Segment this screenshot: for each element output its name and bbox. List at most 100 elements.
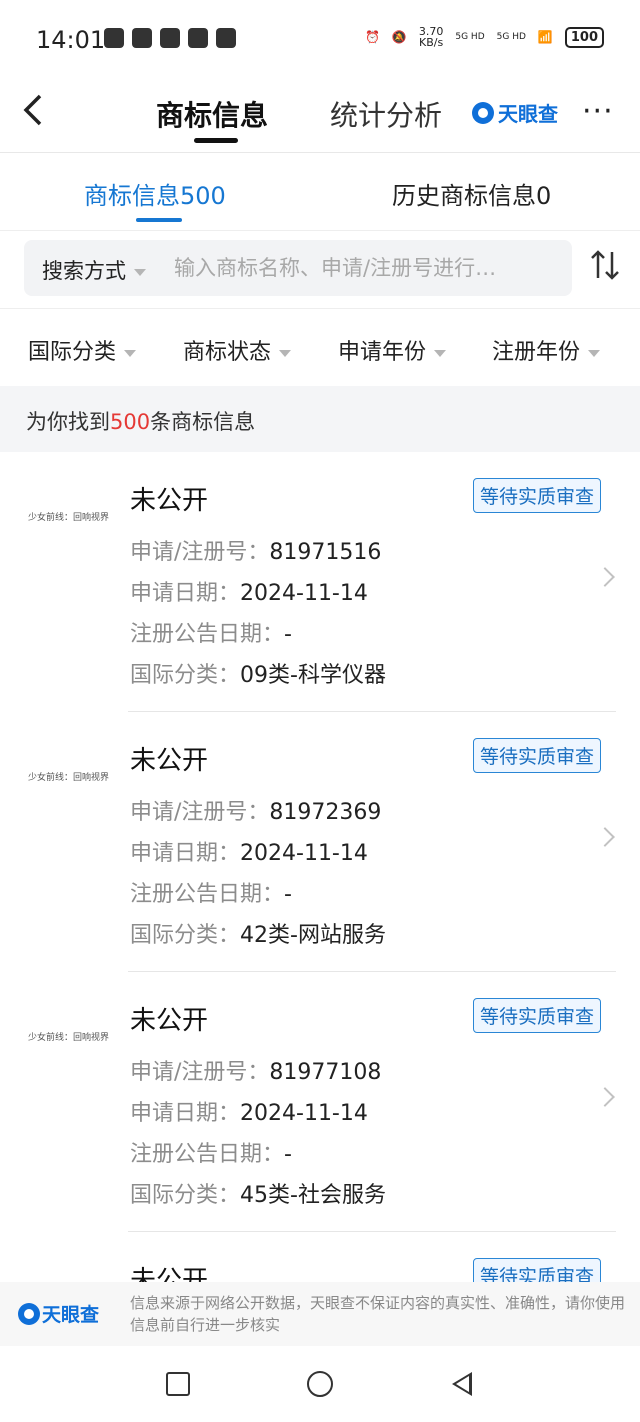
sort-icon [591,250,619,280]
reg-no-value: 81972369 [269,800,382,825]
filter-apply-year[interactable]: 申请年份 [338,334,447,366]
trademark-name: 未公开 [130,1266,209,1282]
result-count: 500 [110,410,151,434]
footer-brand: 天眼查 [18,1300,99,1327]
chevron-right-icon [595,1087,615,1107]
apply-date-row: 申请日期：2024-11-14 [130,1095,368,1127]
intl-class-value: 42类-网站服务 [240,923,386,948]
chevron-right-icon [595,827,615,847]
filter-status[interactable]: 商标状态 [183,334,292,366]
search-method-label: 搜索方式 [42,259,126,283]
trademark-card[interactable]: 少女前线：回响视界 未公开 等待实质审查 申请/注册号：81977108 申请日… [0,972,640,1232]
subtab-indicator [136,218,182,222]
field-label: 申请/注册号： [130,540,270,565]
caret-down-icon [588,349,601,357]
filter-row: 国际分类 商标状态 申请年份 注册年份 [0,308,640,386]
intl-class-row: 国际分类：09类-科学仪器 [130,657,386,689]
more-button[interactable]: ··· [582,94,614,129]
tianyancha-icon [472,101,494,124]
brand-name: 天眼查 [498,102,558,126]
sort-button[interactable] [588,248,622,291]
pub-date-value: - [284,1142,292,1167]
apply-date-value: 2024-11-14 [240,841,368,866]
filter-label: 商标状态 [183,340,272,365]
status-badge: 等待实质审查 [473,738,602,773]
filter-reg-year[interactable]: 注册年份 [492,334,601,366]
filter-label: 国际分类 [28,340,117,365]
footer-brand-name: 天眼查 [42,1304,100,1326]
status-badge: 等待实质审查 [473,1258,602,1282]
field-label: 申请/注册号： [130,800,270,825]
field-label: 申请日期： [130,1101,241,1126]
field-label: 国际分类： [130,923,241,948]
signal-2-icon: 5G HD [496,32,526,42]
pub-date-row: 注册公告日期：- [130,876,292,908]
back-button[interactable] [20,92,60,132]
signal-1-icon: 5G HD [455,32,485,42]
search-method-dropdown[interactable]: 搜索方式 [42,255,146,285]
trademark-card[interactable]: 少女前线：回响视界 未公开 等待实质审查 申请/注册号：81972369 申请日… [0,712,640,972]
home-icon[interactable] [307,1371,333,1397]
trademark-name: 未公开 [130,1006,209,1036]
trademark-card[interactable]: 少女前线：回响视界 未公开 等待实质审查 申请/注册号：81971516 申请日… [0,452,640,712]
back-triangle-icon[interactable] [452,1372,472,1396]
intl-class-row: 国际分类：45类-社会服务 [130,1177,386,1209]
caret-down-icon [279,349,292,357]
recent-apps-icon[interactable] [166,1372,190,1396]
sub-tabs: 商标信息500 历史商标信息0 [0,152,640,231]
search-row: 搜索方式 [0,230,640,309]
result-prefix: 为你找到 [26,410,110,434]
filter-label: 申请年份 [338,340,427,365]
crown-notification-icon [216,28,236,48]
field-label: 申请/注册号： [130,1060,270,1085]
intl-class-value: 45类-社会服务 [240,1183,386,1208]
field-label: 国际分类： [130,1183,241,1208]
status-badge: 等待实质审查 [473,998,602,1033]
alarm-icon: ⏰ [364,30,380,44]
notification-icons [104,28,236,48]
reg-no-row: 申请/注册号：81971516 [130,534,381,566]
field-label: 申请日期： [130,841,241,866]
speed-unit: KB/s [419,36,444,49]
status-bar: 14:01 ⏰ 🔕 3.70 KB/s 5G HD 5G HD 📶 100 [0,0,640,80]
pub-date-value: - [284,622,292,647]
intl-class-row: 国际分类：42类-网站服务 [130,917,386,949]
trademark-logo: 少女前线：回响视界 [28,1033,110,1043]
result-text: 为你找到500条商标信息 [26,406,255,436]
filter-intl-class[interactable]: 国际分类 [28,334,137,366]
trademark-logo: 少女前线：回响视界 [28,773,110,783]
result-suffix: 条商标信息 [150,410,256,434]
result-summary: 为你找到500条商标信息 [0,386,640,452]
field-label: 申请日期： [130,581,241,606]
status-right: ⏰ 🔕 3.70 KB/s 5G HD 5G HD 📶 100 [365,26,604,48]
browser-notification-icon [132,28,152,48]
apply-date-row: 申请日期：2024-11-14 [130,835,368,867]
apply-date-value: 2024-11-14 [240,1101,368,1126]
caret-down-icon [434,349,447,357]
reg-no-row: 申请/注册号：81977108 [130,1054,381,1086]
search-input[interactable] [174,254,564,282]
trademark-name: 未公开 [130,486,209,516]
top-nav: 商标信息 统计分析 天眼查 ··· [0,80,640,153]
clipboard-notification-icon [160,28,180,48]
subtab-history[interactable]: 历史商标信息0 [392,176,551,211]
battery-icon: 100 [564,26,604,48]
field-label: 注册公告日期： [130,1142,285,1167]
apply-date-row: 申请日期：2024-11-14 [130,575,368,607]
mute-icon: 🔕 [391,30,407,44]
app-notification-icon [104,28,124,48]
apply-date-value: 2024-11-14 [240,581,368,606]
caret-down-icon [134,268,146,276]
reg-no-row: 申请/注册号：81972369 [130,794,381,826]
status-time: 14:01 [36,26,106,54]
filter-label: 注册年份 [492,340,581,365]
trademark-card[interactable]: 未公开 等待实质审查 [0,1232,640,1282]
status-badge: 等待实质审查 [473,478,602,513]
tab-statistics[interactable]: 统计分析 [330,94,442,134]
pub-date-row: 注册公告日期：- [130,616,292,648]
network-speed: 3.70 KB/s [419,26,444,48]
reg-no-value: 81971516 [269,540,382,565]
subtab-trademark-info[interactable]: 商标信息500 [84,176,226,211]
tab-trademark-info[interactable]: 商标信息 [156,94,268,134]
disclaimer-footer: 天眼查 信息来源于网络公开数据，天眼查不保证内容的真实性、准确性，请你使用信息前… [0,1282,640,1346]
